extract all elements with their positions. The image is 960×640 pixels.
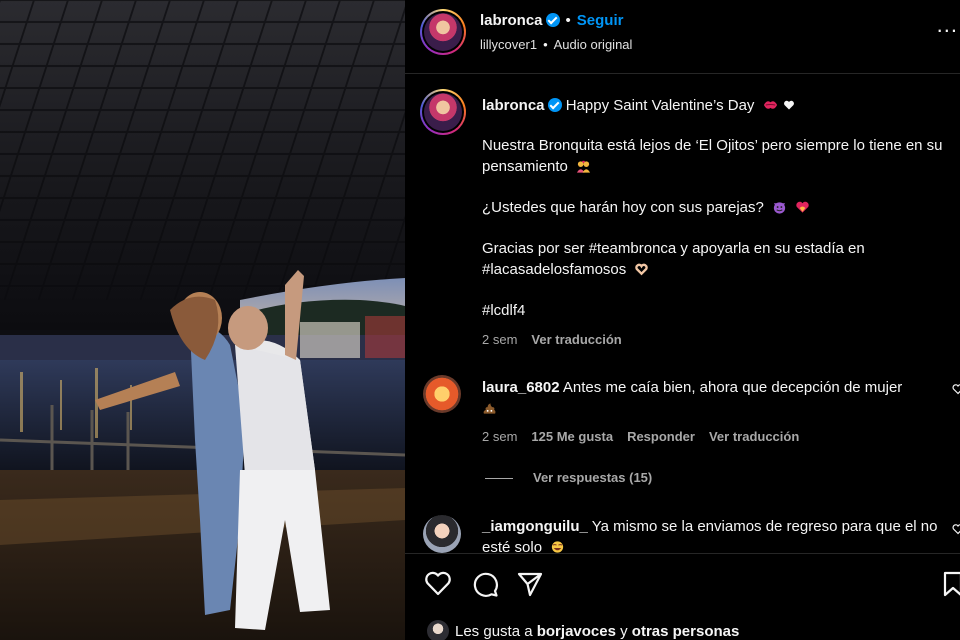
comment-likes-link[interactable]: 125 Me gusta — [531, 429, 613, 444]
comment-text: _iamgonguilu_ Ya mismo se la enviamos de… — [482, 516, 952, 553]
author-avatar[interactable] — [420, 9, 466, 55]
likes-summary: Les gusta a borjavoces y otras personas — [427, 620, 739, 640]
comment-avatar[interactable] — [423, 515, 461, 553]
post-actions-bar: Les gusta a borjavoces y otras personas — [405, 553, 960, 640]
comment-meta: 2 sem 125 Me gusta Responder Ver traducción — [482, 429, 799, 444]
likes-prefix: Les gusta a — [455, 623, 533, 640]
caption-author-avatar[interactable] — [420, 89, 466, 135]
audio-row: lillycover1 • Audio original — [480, 37, 632, 52]
separator-dot: • — [565, 12, 571, 29]
likes-user-link[interactable]: borjavoces — [537, 623, 616, 640]
face-with-tears-of-joy-icon — [552, 541, 564, 553]
verified-badge-icon — [547, 98, 562, 112]
comment-username[interactable]: _iamgonguilu_ — [482, 518, 588, 535]
post-side-panel: labronca • Seguir lillycover1 • Audio origin… — [405, 0, 960, 640]
couple-with-heart-icon — [577, 160, 591, 173]
author-username[interactable]: labronca — [480, 12, 543, 29]
smiling-devil-icon — [773, 202, 786, 214]
comment-like-heart-icon[interactable] — [952, 383, 960, 395]
view-replies-label: Ver respuestas (15) — [533, 470, 653, 485]
comment-text: laura_6802 Antes me caía bien, ahora que… — [482, 377, 952, 419]
caption: labronca Happy Saint Valentine’s Day Nue… — [482, 95, 947, 341]
comment-time: 2 sem — [482, 429, 518, 444]
caption-username[interactable]: labronca — [482, 97, 545, 114]
follow-button[interactable]: Seguir — [577, 12, 624, 29]
heart-icon[interactable] — [424, 570, 452, 596]
pile-of-poo-icon — [483, 403, 496, 414]
white-heart-icon — [783, 100, 794, 110]
caption-paragraph-1: Nuestra Bronquita está lejos de ‘El Ojit… — [482, 137, 943, 175]
heart-hands-icon — [635, 263, 649, 276]
separator-dot: • — [543, 37, 548, 52]
caption-hashtag[interactable]: #lcdlf4 — [482, 302, 525, 319]
caption-first-line: Happy Saint Valentine’s Day — [565, 97, 755, 114]
author-row: labronca • Seguir — [480, 12, 623, 29]
caption-translate-link[interactable]: Ver traducción — [531, 332, 621, 347]
comments-section[interactable]: labronca Happy Saint Valentine’s Day Nue… — [405, 75, 960, 553]
audio-label-link[interactable]: Audio original — [554, 37, 633, 52]
share-icon[interactable] — [516, 570, 544, 598]
replies-divider — [485, 478, 513, 480]
verified-badge-icon — [545, 13, 560, 27]
heart-on-fire-icon — [796, 201, 809, 213]
liker-avatar[interactable] — [427, 620, 449, 640]
post-media-video[interactable] — [0, 0, 405, 640]
likes-and: y — [620, 623, 628, 640]
comment-reply-link[interactable]: Responder — [627, 429, 695, 444]
comment-translate-link[interactable]: Ver traducción — [709, 429, 799, 444]
caption-meta: 2 sem Ver traducción — [482, 332, 622, 347]
comment-username[interactable]: laura_6802 — [482, 379, 560, 396]
post-header: labronca • Seguir lillycover1 • Audio origin… — [405, 0, 960, 74]
comment-avatar[interactable] — [423, 375, 461, 413]
more-options-icon[interactable]: ... — [937, 14, 958, 36]
comment-like-heart-icon[interactable] — [952, 523, 960, 535]
kiss-mark-icon — [763, 101, 777, 109]
caption-paragraph-2: ¿Ustedes que harán hoy con sus parejas? — [482, 199, 764, 216]
likes-others-link[interactable]: otras personas — [632, 623, 740, 640]
caption-paragraph-3: Gracias por ser #teambronca y apoyarla e… — [482, 240, 865, 278]
comment-body: Antes me caía bien, ahora que decepción … — [562, 379, 903, 396]
bookmark-icon[interactable] — [941, 570, 960, 598]
audio-author-link[interactable]: lillycover1 — [480, 37, 537, 52]
caption-time: 2 sem — [482, 332, 518, 347]
comment-icon[interactable] — [471, 570, 499, 598]
view-replies-button[interactable]: Ver respuestas (15) — [485, 470, 652, 485]
